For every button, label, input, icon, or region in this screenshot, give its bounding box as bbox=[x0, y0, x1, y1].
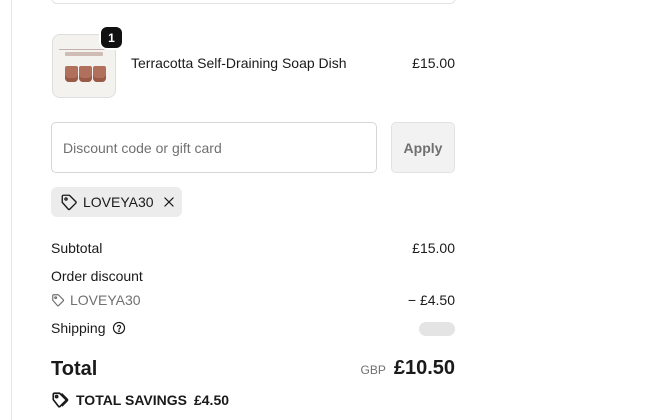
subtotal-row: Subtotal £15.00 bbox=[51, 240, 455, 256]
discount-code-name: LOVEYA30 bbox=[70, 292, 141, 308]
previous-section-edge bbox=[51, 0, 456, 4]
subtotal-value: £15.00 bbox=[412, 240, 455, 256]
line-item: 1 Terracotta Self-Draining Soap Dish £15… bbox=[51, 27, 455, 98]
total-amount: £10.50 bbox=[393, 357, 455, 379]
total-row: Total GBP £10.50 bbox=[51, 357, 455, 383]
close-icon[interactable] bbox=[162, 195, 176, 209]
applied-discount-chip: LOVEYA30 bbox=[51, 187, 182, 217]
column-divider bbox=[11, 0, 12, 420]
savings-tag-icon bbox=[52, 392, 69, 408]
applied-discount-code: LOVEYA30 bbox=[83, 194, 154, 210]
total-savings-amount: £4.50 bbox=[193, 392, 230, 408]
product-price: £15.00 bbox=[412, 55, 455, 71]
total-label: Total bbox=[51, 358, 98, 380]
shipping-label: Shipping bbox=[51, 320, 106, 336]
shipping-value-placeholder bbox=[419, 322, 455, 336]
tag-icon bbox=[61, 194, 77, 211]
tag-icon bbox=[52, 294, 65, 307]
total-savings-row: TOTAL SAVINGS £4.50 bbox=[51, 391, 229, 409]
help-icon[interactable] bbox=[112, 321, 126, 335]
apply-button[interactable]: Apply bbox=[391, 122, 455, 173]
order-discount-label: Order discount bbox=[51, 268, 143, 284]
order-discount-row: Order discount bbox=[51, 268, 455, 284]
currency-code: GBP bbox=[360, 363, 386, 377]
discount-code-row: LOVEYA30 − £4.50 bbox=[51, 292, 455, 308]
discount-code-input[interactable] bbox=[51, 122, 377, 173]
product-name: Terracotta Self-Draining Soap Dish bbox=[131, 55, 347, 71]
shipping-row: Shipping bbox=[51, 320, 455, 336]
quantity-badge: 1 bbox=[101, 27, 122, 48]
total-savings-label: TOTAL SAVINGS bbox=[76, 392, 187, 408]
discount-value: − £4.50 bbox=[407, 292, 455, 308]
subtotal-label: Subtotal bbox=[51, 240, 103, 256]
